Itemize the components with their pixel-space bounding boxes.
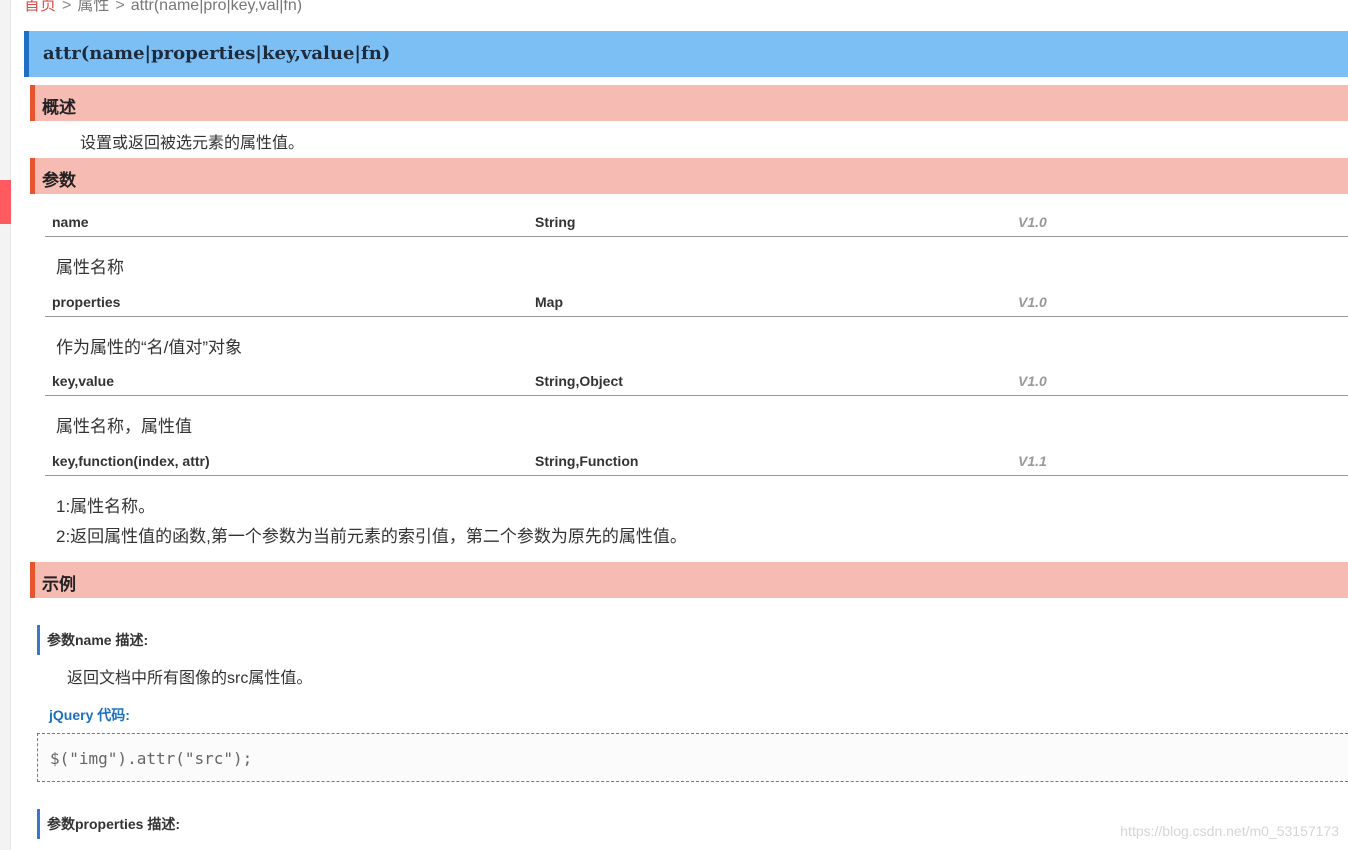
param-name: properties — [52, 294, 121, 310]
breadcrumb-current: attr(name|pro|key,val|fn) — [130, 0, 303, 14]
param-description: 属性名称，属性值 — [56, 417, 192, 436]
param-version: V1.1 — [1018, 453, 1047, 469]
param-type: String — [535, 214, 576, 230]
section-params-title: 参数 — [42, 171, 76, 190]
section-examples-title: 示例 — [42, 575, 76, 594]
example-title: 参数properties 描述: — [37, 809, 180, 839]
section-examples-header: 示例 — [30, 562, 1348, 598]
param-type: Map — [535, 294, 563, 310]
breadcrumb-separator: > — [115, 0, 125, 14]
param-name: name — [52, 214, 89, 230]
overview-description: 设置或返回被选元素的属性值。 — [80, 135, 305, 152]
section-params-header: 参数 — [30, 158, 1348, 194]
code-text[interactable]: $("img").attr("src"); — [50, 749, 252, 768]
code-block[interactable]: $("img").attr("src"); — [37, 733, 1348, 782]
example-description: 返回文档中所有图像的src属性值。 — [67, 670, 313, 687]
left-scroll-rail[interactable] — [0, 0, 11, 850]
param-version: V1.0 — [1018, 294, 1047, 310]
param-row: key,function(index, attr) String,Functio… — [45, 446, 1348, 476]
param-description: 属性名称 — [56, 258, 124, 277]
param-description-line: 1:属性名称。 — [56, 497, 156, 516]
param-row: name String V1.0 — [45, 207, 1348, 237]
example-title: 参数name 描述: — [37, 625, 148, 655]
param-row: properties Map V1.0 — [45, 287, 1348, 317]
breadcrumb-separator: > — [62, 0, 72, 14]
breadcrumb-home-link[interactable]: 首页 — [24, 0, 56, 14]
section-overview-header: 概述 — [30, 85, 1348, 121]
param-name: key,value — [52, 373, 115, 389]
page-title: attr(name|properties|key,value|fn) — [43, 43, 391, 64]
param-name: key,function(index, attr) — [52, 453, 210, 469]
breadcrumb: 首页 > 属性 > attr(name|pro|key,val|fn) — [24, 0, 302, 15]
param-version: V1.0 — [1018, 214, 1047, 230]
code-label: jQuery 代码: — [49, 707, 130, 723]
param-description-line: 2:返回属性值的函数,第一个参数为当前元素的索引值，第二个参数为原先的属性值。 — [56, 527, 687, 546]
rail-position-marker[interactable] — [0, 180, 11, 224]
param-description: 作为属性的“名/值对”对象 — [56, 338, 243, 357]
param-type: String,Function — [535, 453, 639, 469]
breadcrumb-category-link[interactable]: 属性 — [77, 0, 109, 14]
page-title-bar: attr(name|properties|key,value|fn) — [24, 31, 1348, 77]
section-overview-title: 概述 — [42, 98, 76, 117]
param-row: key,value String,Object V1.0 — [45, 366, 1348, 396]
watermark-text: https://blog.csdn.net/m0_53157173 — [1120, 823, 1339, 839]
param-type: String,Object — [535, 373, 623, 389]
param-version: V1.0 — [1018, 373, 1047, 389]
